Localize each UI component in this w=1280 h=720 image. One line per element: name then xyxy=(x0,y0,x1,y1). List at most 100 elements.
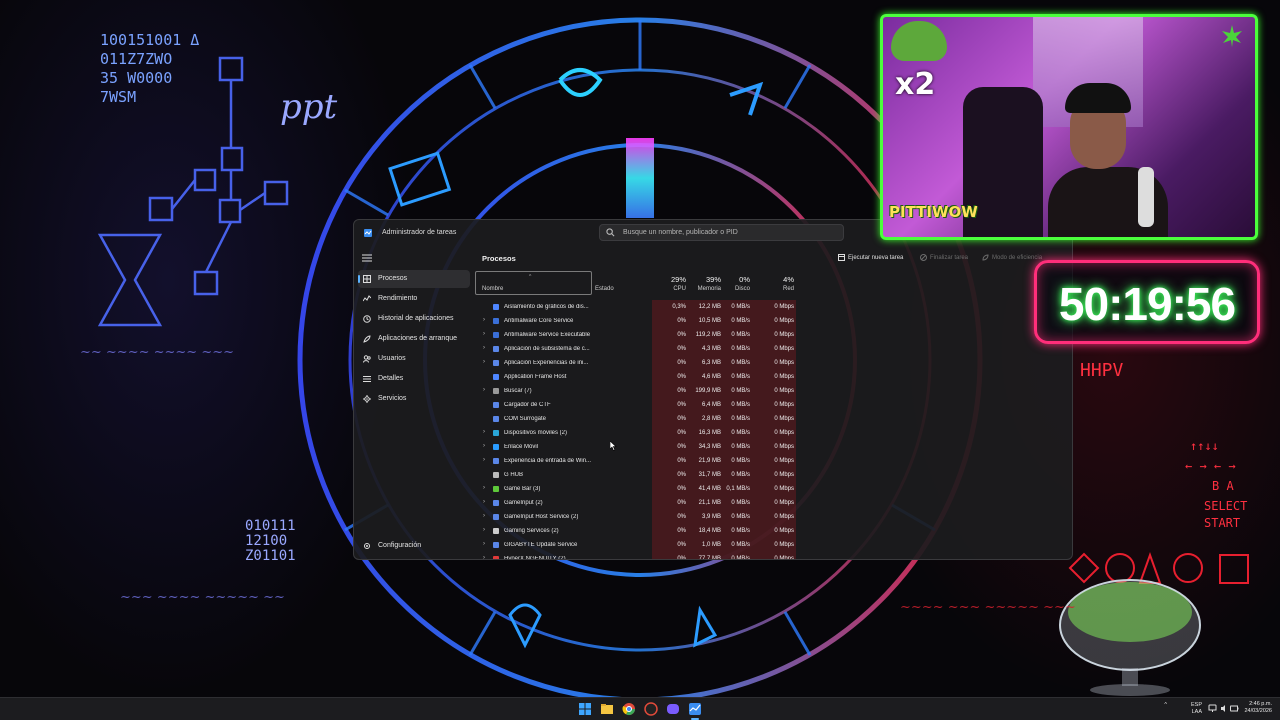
processes-panel: Procesos Ejecutar nueva tarea Finalizar … xyxy=(474,246,1072,559)
run-new-task-button[interactable]: Ejecutar nueva tarea xyxy=(838,254,903,261)
process-network: 0 Mbps xyxy=(774,346,794,352)
nav-item-details[interactable]: Detalles xyxy=(358,370,470,388)
process-icon xyxy=(493,556,499,559)
process-network: 0 Mbps xyxy=(774,332,794,338)
end-task-button[interactable]: Finalizar tarea xyxy=(920,254,968,261)
nav-label: Aplicaciones de arranque xyxy=(378,335,457,342)
process-memory: 16,3 MB xyxy=(698,430,721,436)
process-cpu: 0% xyxy=(677,556,686,560)
memory-percent: 39% xyxy=(705,275,721,284)
column-header-status[interactable]: Estado xyxy=(595,286,614,292)
process-row[interactable]: Aislamiento de gráficos de dis... 0,3% 12,… xyxy=(474,300,1072,314)
process-memory: 6,4 MB xyxy=(701,402,721,408)
process-memory: 2,8 MB xyxy=(701,416,721,422)
process-row[interactable]: › HyperX NGENUITY (2) 0% 77,7 MB 0 MB/s 0 Mbp… xyxy=(474,552,1072,560)
process-network: 0 Mbps xyxy=(774,556,794,560)
process-row[interactable]: › GameInput Host Service (2) 0% 3,9 MB 0 MB/… xyxy=(474,510,1072,524)
multiplier-badge: x2 xyxy=(895,67,936,102)
process-row[interactable]: › Antimalware Core Service 0% 10,5 MB 0 MB/s… xyxy=(474,314,1072,328)
process-name: COM Surrogate xyxy=(504,416,547,422)
svg-text:011Z7ZWO: 011Z7ZWO xyxy=(100,50,172,68)
expand-chevron-icon[interactable]: › xyxy=(483,387,485,393)
nav-item-startup-apps[interactable]: Aplicaciones de arranque xyxy=(358,330,470,348)
nav-item-services[interactable]: Servicios xyxy=(358,390,470,408)
process-disk: 0 MB/s xyxy=(731,556,750,560)
column-header-cpu[interactable]: CPU xyxy=(664,286,686,292)
frog-emote-icon xyxy=(891,21,947,61)
nav-item-app-history[interactable]: Historial de aplicaciones xyxy=(358,310,470,328)
process-icon xyxy=(493,444,499,450)
chrome-icon[interactable] xyxy=(622,702,636,716)
column-header-memory[interactable]: Memoria xyxy=(694,286,721,292)
process-disk: 0,1 MB/s xyxy=(726,486,750,492)
windows-start-icon[interactable] xyxy=(578,702,592,716)
process-network: 0 Mbps xyxy=(774,430,794,436)
expand-chevron-icon[interactable]: › xyxy=(483,527,485,533)
leaf-icon xyxy=(982,254,989,261)
expand-chevron-icon[interactable]: › xyxy=(483,345,485,351)
process-network: 0 Mbps xyxy=(774,416,794,422)
process-row[interactable]: › Game Bar (3) 0% 41,4 MB 0,1 MB/s 0 Mbps xyxy=(474,482,1072,496)
process-name: Antimalware Service Executable xyxy=(504,332,591,338)
chevron-up-icon[interactable]: ^ xyxy=(1155,702,1167,709)
process-row[interactable]: › Antimalware Service Executable 0% 119,2 M… xyxy=(474,328,1072,342)
expand-chevron-icon[interactable]: › xyxy=(483,457,485,463)
nav-item-processes[interactable]: Procesos xyxy=(358,270,470,288)
process-row[interactable]: › Aplicación Experiencias de ini... 0% 6,3 … xyxy=(474,356,1072,370)
column-header-network[interactable]: Red xyxy=(772,286,794,292)
nav-label: Usuarios xyxy=(378,355,406,362)
language-indicator[interactable]: ESP LAA xyxy=(1180,702,1202,716)
efficiency-mode-button[interactable]: Modo de eficiencia xyxy=(982,254,1042,261)
process-icon xyxy=(493,304,499,310)
process-network: 0 Mbps xyxy=(774,374,794,380)
expand-chevron-icon[interactable]: › xyxy=(483,513,485,519)
process-row[interactable]: G HUB 0% 31,7 MB 0 MB/s 0 Mbps xyxy=(474,468,1072,482)
expand-chevron-icon[interactable]: › xyxy=(483,317,485,323)
process-row[interactable]: › GameInput (2) 0% 21,1 MB 0 MB/s 0 Mbps xyxy=(474,496,1072,510)
handwriting-scribble: ~~~ ~~~~ ~~~~~ ~~ xyxy=(120,590,285,605)
process-row[interactable]: Cargador de CTF 0% 6,4 MB 0 MB/s 0 Mbps xyxy=(474,398,1072,412)
discord-icon[interactable] xyxy=(666,702,680,716)
expand-chevron-icon[interactable]: › xyxy=(483,443,485,449)
process-row[interactable]: COM Surrogate 0% 2,8 MB 0 MB/s 0 Mbps xyxy=(474,412,1072,426)
expand-chevron-icon[interactable]: › xyxy=(483,485,485,491)
timer-value: 50:19:56 xyxy=(1058,278,1236,330)
app-icon[interactable] xyxy=(644,702,658,716)
column-header-disk[interactable]: Disco xyxy=(728,286,750,292)
expand-chevron-icon[interactable]: › xyxy=(483,331,485,337)
process-memory: 21,1 MB xyxy=(698,500,721,506)
process-row[interactable]: › GIGABYTE Update Service 0% 1,0 MB 0 MB/s 0 … xyxy=(474,538,1072,552)
expand-chevron-icon[interactable]: › xyxy=(483,499,485,505)
expand-chevron-icon[interactable]: › xyxy=(483,359,485,365)
details-list-icon xyxy=(363,376,371,382)
task-manager-taskbar-icon[interactable] xyxy=(688,702,702,716)
process-row[interactable]: Application Frame Host 0% 4,6 MB 0 MB/s 0 Mb… xyxy=(474,370,1072,384)
settings-button[interactable]: Configuración xyxy=(358,537,470,555)
expand-chevron-icon[interactable]: › xyxy=(483,555,485,559)
process-row[interactable]: › Experiencia de entrada de Win... 0% 21,9 … xyxy=(474,454,1072,468)
process-memory: 41,4 MB xyxy=(698,486,721,492)
hamburger-menu-icon[interactable] xyxy=(362,254,372,262)
network-icon[interactable] xyxy=(1208,704,1217,713)
process-name: Aplicación Experiencias de ini... xyxy=(504,360,589,366)
volume-icon[interactable] xyxy=(1220,704,1229,713)
process-name: HyperX NGENUITY (2) xyxy=(504,556,566,560)
taskbar: ^ ESP LAA 2:46 p.m. 24/03/2026 xyxy=(0,697,1280,720)
process-row[interactable]: › Enlace Móvil 0% 34,3 MB 0 MB/s 0 Mbps xyxy=(474,440,1072,454)
language-top: ESP xyxy=(1190,702,1202,708)
process-row[interactable]: › Buscar (7) 0% 199,9 MB 0 MB/s 0 Mbps xyxy=(474,384,1072,398)
nav-item-performance[interactable]: Rendimiento xyxy=(358,290,470,308)
expand-chevron-icon[interactable]: › xyxy=(483,541,485,547)
process-cpu: 0% xyxy=(677,346,686,352)
process-icon xyxy=(493,332,499,338)
file-explorer-icon[interactable] xyxy=(600,702,614,716)
expand-chevron-icon[interactable]: › xyxy=(483,429,485,435)
settings-gear-icon xyxy=(364,543,370,549)
process-row[interactable]: › Aplicación de subsistema de c... 0% 4,3 M… xyxy=(474,342,1072,356)
process-row[interactable]: › Gaming Services (2) 0% 18,4 MB 0 MB/s 0 Mbp… xyxy=(474,524,1072,538)
clock[interactable]: 2:46 p.m. 24/03/2026 xyxy=(1230,701,1272,715)
search-input[interactable]: Busque un nombre, publicador o PID xyxy=(599,224,844,241)
nav-item-users[interactable]: Usuarios xyxy=(358,350,470,368)
process-disk: 0 MB/s xyxy=(731,318,750,324)
process-row[interactable]: › Dispositivos móviles (2) 0% 16,3 MB 0 MB/s… xyxy=(474,426,1072,440)
